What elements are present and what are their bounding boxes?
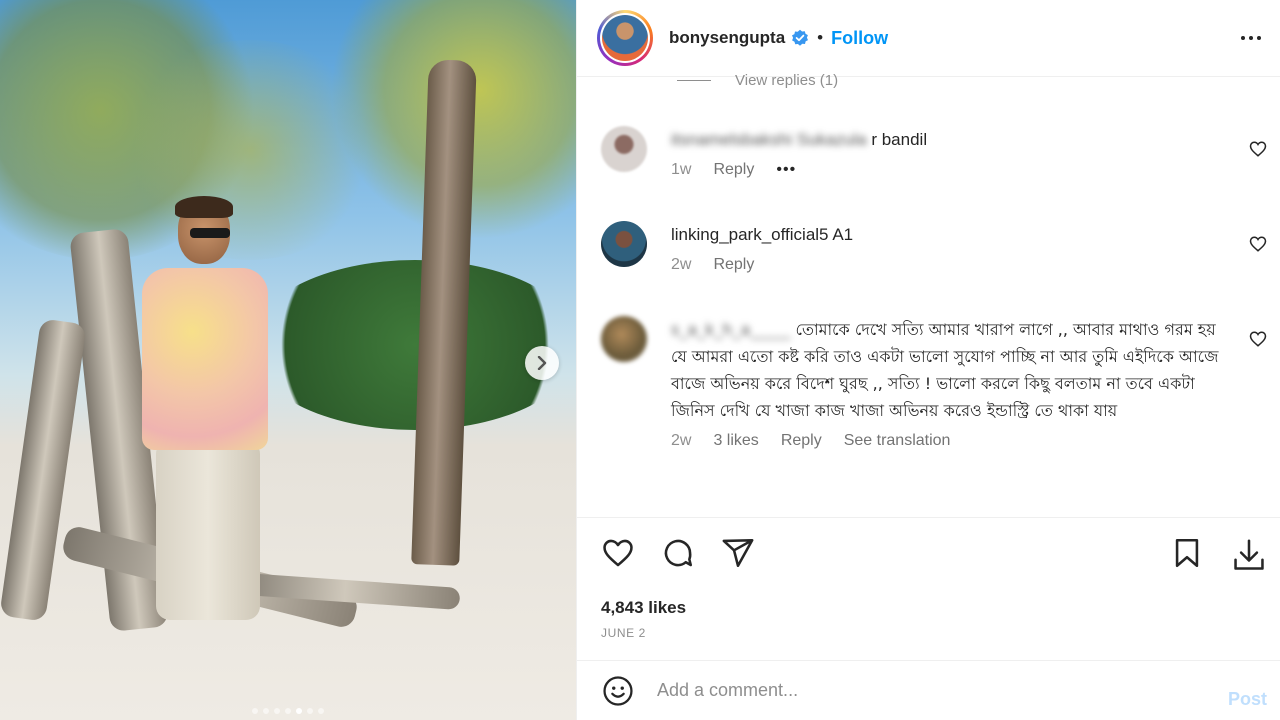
- commenter-avatar[interactable]: [601, 126, 647, 172]
- carousel-dot: [274, 708, 280, 714]
- comment-bubble-icon[interactable]: [661, 536, 695, 570]
- carousel-dot: [296, 708, 302, 714]
- view-replies-link[interactable]: View replies (1): [677, 72, 838, 89]
- save-bookmark-icon[interactable]: [1170, 536, 1204, 574]
- post-actions-right: [1170, 536, 1268, 574]
- commenter-username[interactable]: itsnamelsbakshi Sukazula: [671, 130, 867, 149]
- author-avatar[interactable]: [597, 10, 653, 66]
- bush: [250, 260, 576, 430]
- emoji-icon[interactable]: [601, 674, 635, 708]
- actions-divider: [577, 517, 1280, 518]
- post-header: bonysengupta • Follow: [577, 0, 1280, 77]
- sunglasses: [190, 228, 230, 238]
- commenter-avatar[interactable]: [601, 316, 647, 362]
- person-shirt: [142, 268, 268, 450]
- post-comment-button[interactable]: Post: [1228, 689, 1267, 710]
- author-username[interactable]: bonysengupta: [669, 28, 785, 48]
- post-date[interactable]: JUNE 2: [601, 626, 646, 640]
- replies-line: [677, 80, 711, 81]
- reply-button[interactable]: Reply: [713, 161, 754, 179]
- comment-time[interactable]: 2w: [671, 256, 691, 274]
- like-heart-icon[interactable]: [601, 536, 635, 570]
- heart-icon[interactable]: [1249, 235, 1267, 258]
- commenter-username[interactable]: s_a_k_h_a_____: [671, 320, 790, 339]
- comment-options-icon[interactable]: •••: [776, 161, 796, 179]
- comment-text: r bandil: [871, 130, 928, 149]
- carousel-dot: [285, 708, 291, 714]
- follow-button[interactable]: Follow: [831, 28, 888, 49]
- person-legs: [156, 440, 260, 620]
- post-photo[interactable]: [0, 0, 576, 720]
- carousel-dot: [263, 708, 269, 714]
- more-options-icon[interactable]: [1239, 26, 1263, 55]
- comment-time[interactable]: 1w: [671, 161, 691, 179]
- reply-button[interactable]: Reply: [713, 256, 754, 274]
- comment-likes[interactable]: 3 likes: [713, 432, 758, 450]
- download-icon[interactable]: [1230, 536, 1268, 574]
- share-send-icon[interactable]: [721, 536, 755, 570]
- carousel-dot: [318, 708, 324, 714]
- post-actions: [601, 536, 755, 570]
- comment-composer: Post: [577, 660, 1280, 720]
- view-replies-label: View replies (1): [735, 72, 839, 89]
- chevron-right-icon: [537, 356, 547, 370]
- likes-count[interactable]: 4,843 likes: [601, 598, 686, 618]
- separator-dot: •: [817, 28, 824, 47]
- comment-text: A1: [832, 225, 854, 244]
- see-translation-link[interactable]: See translation: [844, 432, 951, 450]
- comment-time[interactable]: 2w: [671, 432, 691, 450]
- person-hair: [175, 196, 233, 218]
- carousel-indicator: [0, 708, 576, 714]
- heart-icon[interactable]: [1249, 140, 1267, 163]
- palm-fronds: [120, 40, 380, 260]
- post-details-panel: bonysengupta • Follow View replies (1) i…: [576, 0, 1280, 720]
- driftwood: [0, 318, 87, 622]
- comment-input[interactable]: [657, 680, 1197, 701]
- carousel-dot: [252, 708, 258, 714]
- heart-icon[interactable]: [1249, 330, 1267, 353]
- commenter-avatar[interactable]: [601, 221, 647, 267]
- next-slide-button[interactable]: [525, 346, 559, 380]
- carousel-dot: [307, 708, 313, 714]
- reply-button[interactable]: Reply: [781, 432, 822, 450]
- verified-badge-icon: [791, 29, 809, 47]
- commenter-username[interactable]: linking_park_official5: [671, 225, 829, 244]
